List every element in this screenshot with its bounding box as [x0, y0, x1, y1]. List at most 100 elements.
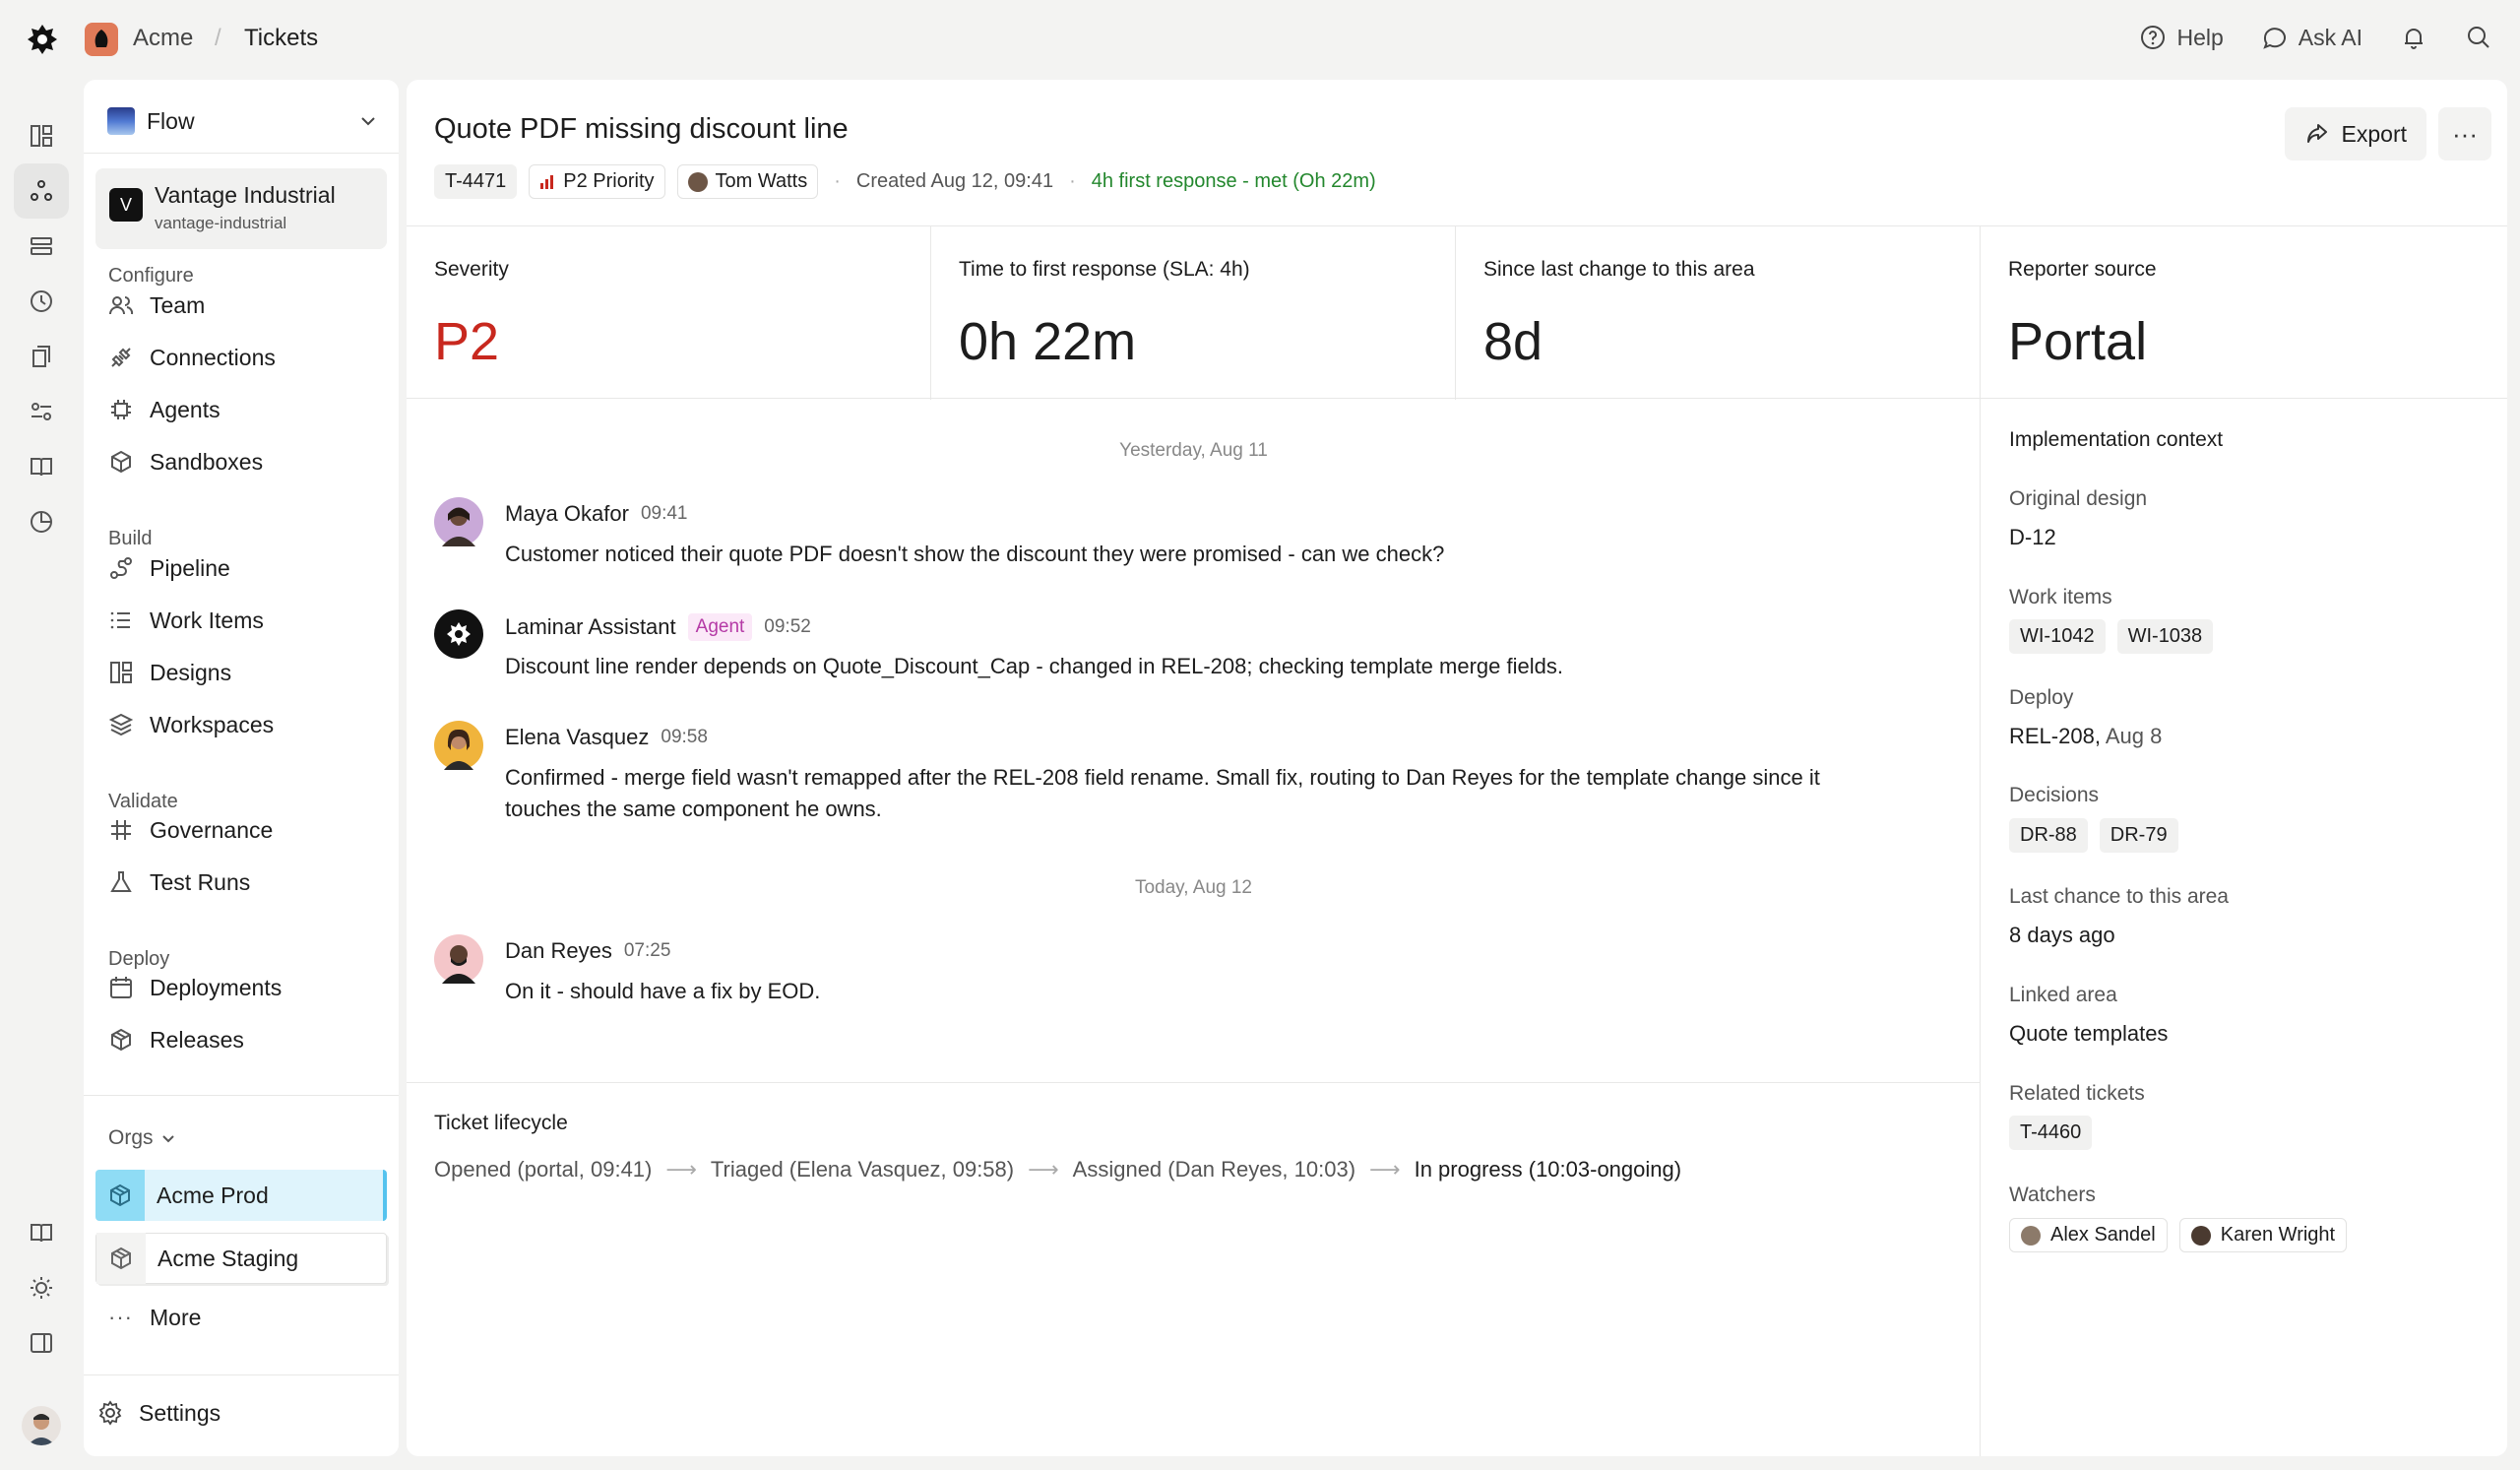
org-item-label: Acme Prod [157, 1182, 269, 1208]
message-time: 09:52 [764, 616, 811, 637]
sidebar-item-label: Governance [150, 816, 274, 843]
breadcrumb-page[interactable]: Tickets [244, 25, 318, 52]
sidebar-item-deployments[interactable]: Deployments [108, 968, 384, 1007]
lifecycle-step: Triaged (Elena Vasquez, 09:58) [710, 1157, 1015, 1182]
work-item-pill[interactable]: WI-1042 [2009, 619, 2106, 654]
author-name[interactable]: Maya Okafor [505, 501, 629, 527]
stat-label: Severity [434, 258, 509, 281]
ask-ai-button[interactable]: Ask AI [2261, 24, 2362, 51]
meta-separator: · [1069, 170, 1076, 192]
agent-avatar [434, 609, 483, 659]
sidebar-item-workspaces[interactable]: Workspaces [108, 705, 384, 744]
more-button[interactable]: ··· More [108, 1298, 384, 1337]
message-time: 09:41 [640, 503, 688, 524]
context-heading: Implementation context [2009, 428, 2224, 451]
work-item-pill[interactable]: WI-1038 [2116, 619, 2214, 654]
notification-bell-icon[interactable] [2400, 24, 2427, 51]
rail-flow-icon[interactable] [14, 163, 69, 219]
author-name[interactable]: Laminar Assistant [505, 614, 676, 640]
org-avatar[interactable] [85, 23, 118, 56]
watcher-chip[interactable]: Karen Wright [2178, 1218, 2348, 1252]
chevron-down-icon [361, 117, 375, 126]
gear-icon [98, 1400, 122, 1426]
divider [84, 153, 399, 154]
divider [84, 1374, 399, 1375]
org-item-label: Acme Staging [158, 1245, 299, 1271]
rail-history-icon[interactable] [14, 274, 69, 329]
decision-pill[interactable]: DR-79 [2099, 818, 2178, 853]
rail-pie-chart-icon[interactable] [14, 494, 69, 549]
rail-book-icon[interactable] [14, 439, 69, 494]
section-configure: Configure [108, 265, 194, 287]
breadcrumb-org[interactable]: Acme [133, 25, 193, 52]
priority-chip[interactable]: P2 Priority [529, 164, 665, 199]
export-button[interactable]: Export [2284, 107, 2426, 160]
original-design-link[interactable]: D-12 [2009, 525, 2056, 550]
ticket-id-chip[interactable]: T-4471 [434, 164, 518, 199]
project-badge: V [109, 188, 143, 222]
section-build: Build [108, 528, 153, 549]
context-label: Linked area [2009, 984, 2117, 1006]
sidebar-item-sandboxes[interactable]: Sandboxes [108, 442, 384, 481]
work-items-list: WI-1042 WI-1038 [2009, 619, 2214, 654]
stat-value: 0h 22m [959, 312, 1137, 371]
message-header: Dan Reyes 07:25 [505, 938, 670, 964]
watchers-list: Alex Sandel Karen Wright [2009, 1218, 2348, 1252]
ticket-title: Quote PDF missing discount line [434, 113, 849, 145]
deploy-value[interactable]: REL-208, Aug 8 [2009, 724, 2162, 749]
sidebar-item-label: Workspaces [150, 711, 275, 737]
avatar [434, 721, 483, 770]
divider [84, 1095, 399, 1096]
assignee-name: Tom Watts [715, 170, 808, 192]
user-avatar[interactable] [22, 1406, 61, 1445]
rail-docs-icon[interactable] [14, 1205, 69, 1260]
help-button[interactable]: Help [2139, 24, 2224, 51]
cube-icon [111, 450, 131, 474]
rail-dashboard-icon[interactable] [14, 108, 69, 163]
decisions-list: DR-88 DR-79 [2009, 818, 2178, 853]
flow-selector[interactable]: Flow [107, 101, 379, 141]
author-name[interactable]: Elena Vasquez [505, 725, 649, 750]
rail-theme-sun-icon[interactable] [14, 1260, 69, 1315]
sidebar-item-label: Work Items [150, 607, 264, 633]
sidebar-item-label: Team [150, 291, 206, 318]
related-ticket-pill[interactable]: T-4460 [2009, 1116, 2093, 1150]
rail-servers-icon[interactable] [14, 219, 69, 274]
sidebar-item-team[interactable]: Team [108, 286, 384, 325]
orgs-toggle[interactable]: Orgs [108, 1118, 384, 1158]
sidebar-item-connections[interactable]: Connections [108, 338, 384, 377]
ticket-panel: Quote PDF missing discount line T-4471 P… [407, 80, 2507, 1456]
sidebar-item-label: Connections [150, 344, 276, 370]
list-icon [110, 611, 130, 629]
org-item-acme-prod[interactable]: Acme Prod [95, 1170, 387, 1221]
sidebar-item-agents[interactable]: Agents [108, 390, 384, 429]
org-item-acme-staging[interactable]: Acme Staging [95, 1233, 387, 1284]
sidebar-item-pipeline[interactable]: Pipeline [108, 548, 384, 588]
settings-button[interactable]: Settings [97, 1393, 373, 1433]
sidebar-item-label: Releases [150, 1026, 244, 1053]
lifecycle-step: Opened (portal, 09:41) [434, 1157, 653, 1182]
linked-area-link[interactable]: Quote templates [2009, 1021, 2168, 1047]
sidebar-item-governance[interactable]: Governance [108, 810, 384, 850]
rail-copy-icon[interactable] [14, 329, 69, 384]
project-card[interactable]: V Vantage Industrial vantage-industrial [95, 168, 387, 249]
sidebar-item-test-runs[interactable]: Test Runs [108, 863, 384, 902]
help-label: Help [2176, 24, 2224, 50]
rail-panel-toggle-icon[interactable] [14, 1315, 69, 1371]
rail-toggles-icon[interactable] [14, 384, 69, 439]
share-export-icon [2306, 124, 2327, 143]
flow-selector-label: Flow [147, 107, 195, 134]
decision-pill[interactable]: DR-88 [2009, 818, 2088, 853]
more-options-button[interactable]: ··· [2438, 107, 2491, 160]
app-logo-icon[interactable] [26, 23, 59, 56]
sidebar-item-work-items[interactable]: Work Items [108, 601, 384, 640]
search-icon[interactable] [2465, 24, 2492, 51]
avatar [434, 497, 483, 546]
watcher-chip[interactable]: Alex Sandel [2009, 1218, 2168, 1252]
author-name[interactable]: Dan Reyes [505, 938, 612, 964]
message-body: Customer noticed their quote PDF doesn't… [505, 542, 1445, 566]
assignee-chip[interactable]: Tom Watts [676, 164, 819, 199]
context-label: Decisions [2009, 784, 2100, 806]
sidebar-item-releases[interactable]: Releases [108, 1020, 384, 1059]
sidebar-item-designs[interactable]: Designs [108, 653, 384, 692]
